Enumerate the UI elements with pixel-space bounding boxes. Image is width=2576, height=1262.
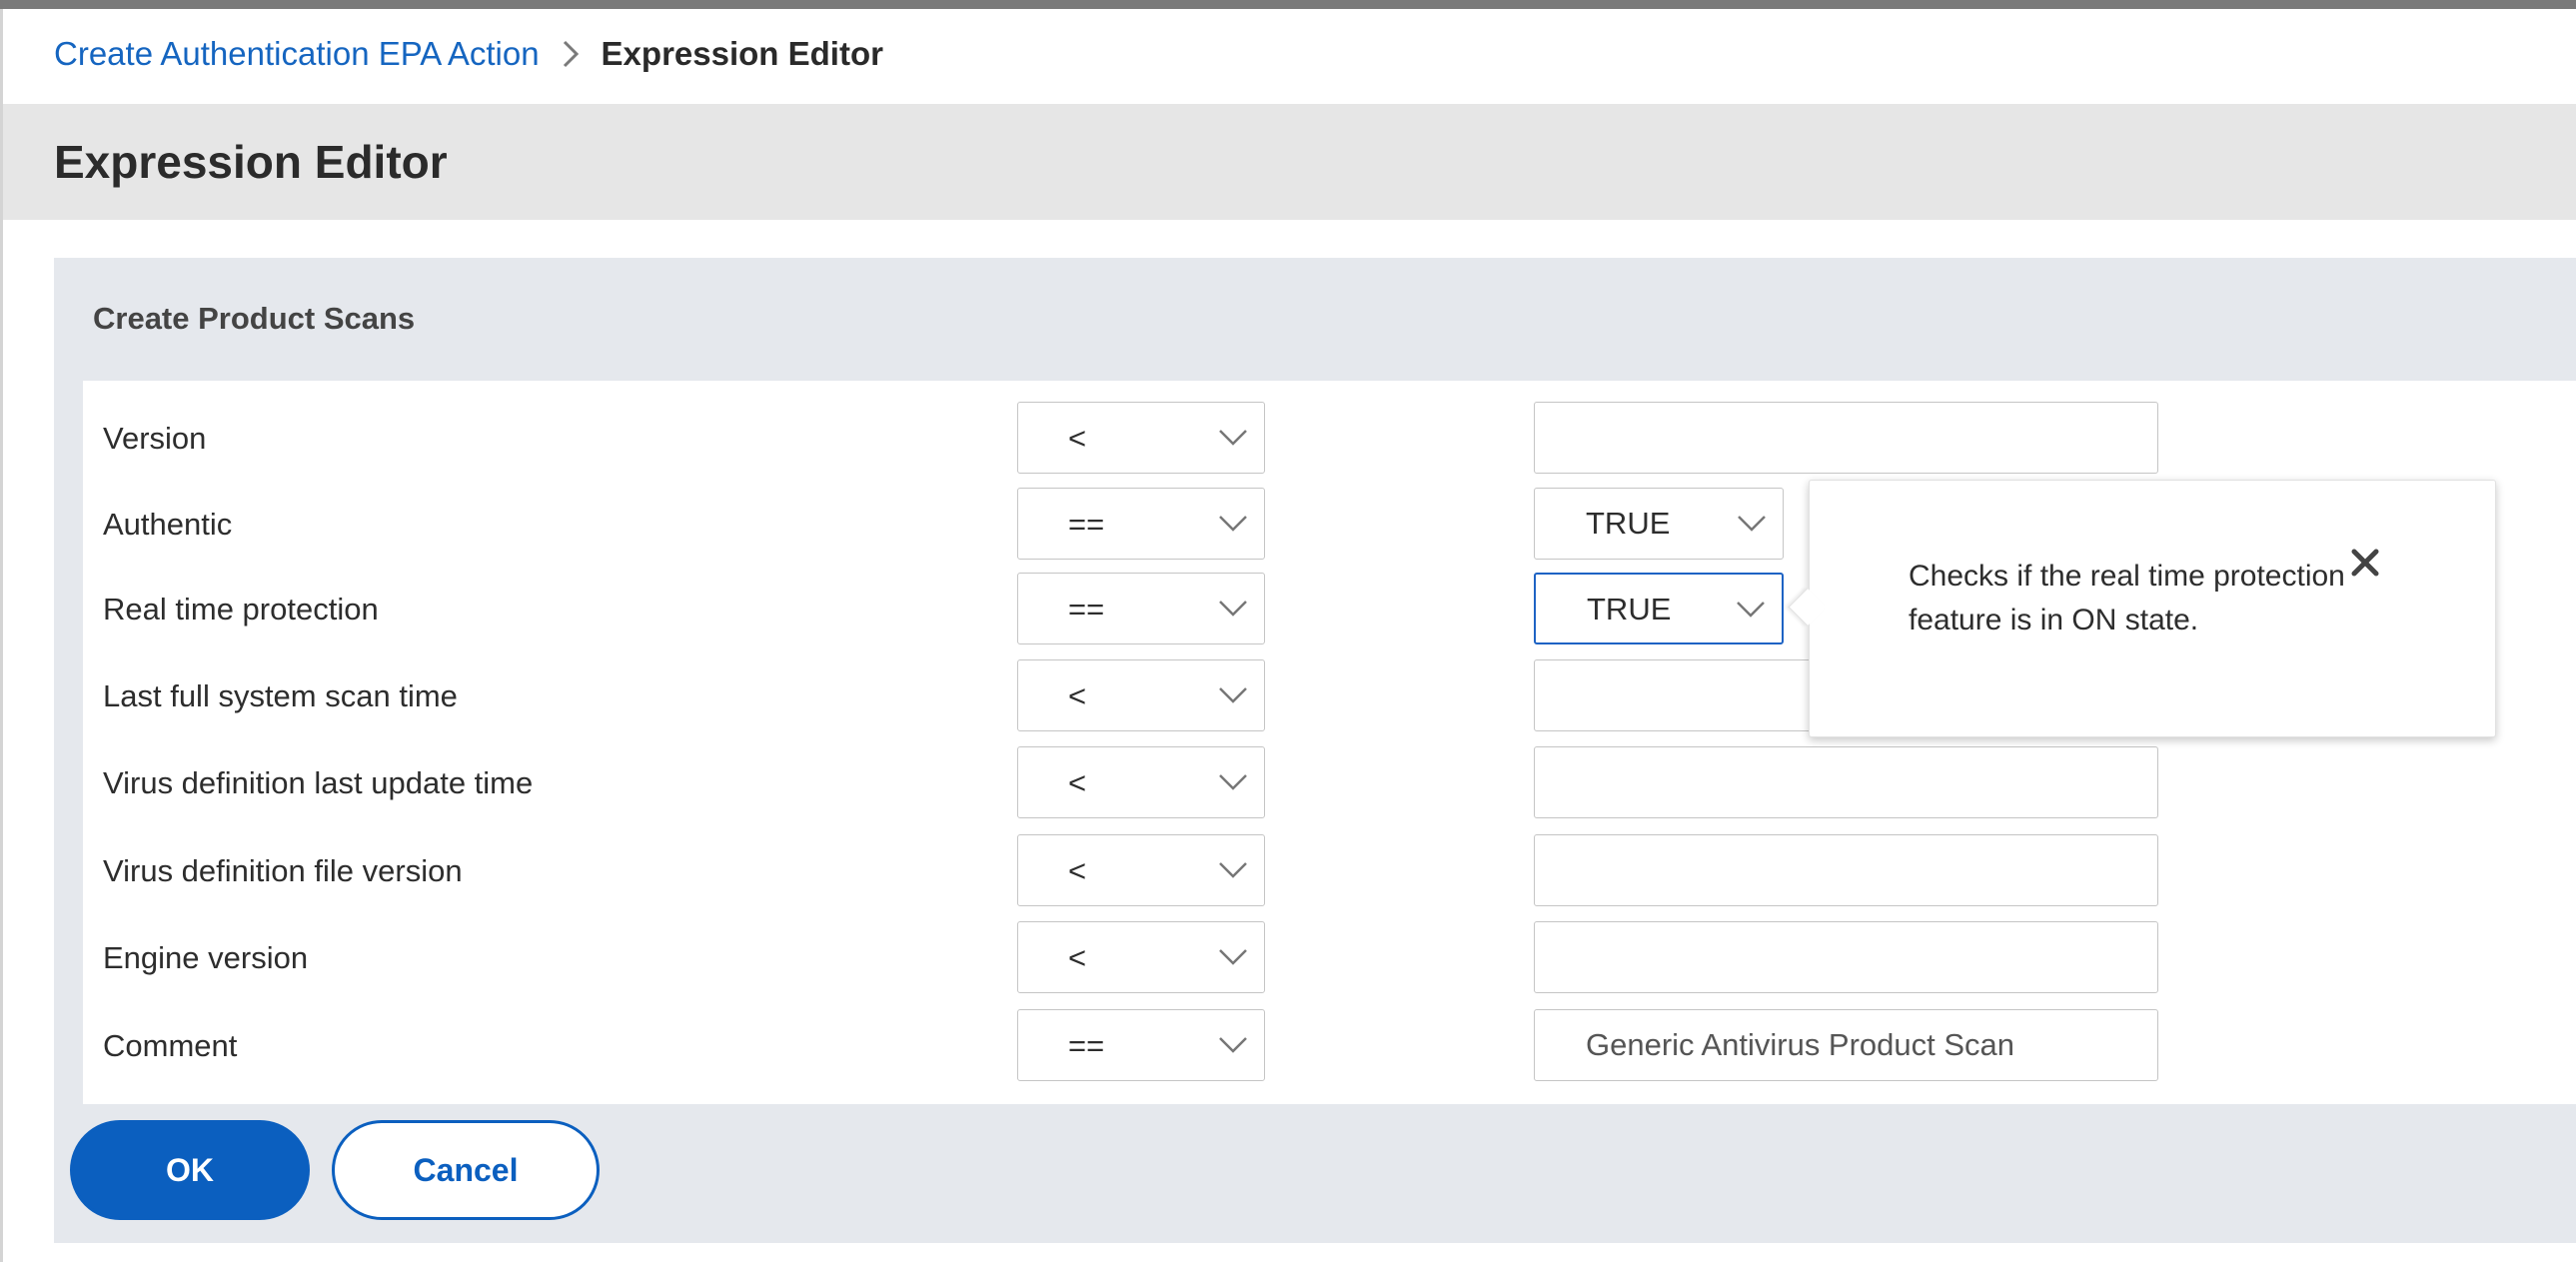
row-label: Virus definition last update time [103,765,534,800]
row-label: Real time protection [103,592,379,627]
page-title: Expression Editor [54,136,448,188]
top-border [0,0,2576,9]
product-scans-panel: Create Product Scans Version < Authentic… [54,258,2576,1243]
breadcrumb-link-create-epa-action[interactable]: Create Authentication EPA Action [54,35,540,73]
value-input[interactable] [1534,746,2158,818]
row-label: Last full system scan time [103,678,458,713]
value-input[interactable] [1534,921,2158,993]
row-version: Version < [83,402,2576,476]
chevron-down-icon [1219,949,1247,965]
value-input[interactable] [1534,402,2158,474]
operator-value: < [1068,678,1087,713]
value-select-value: TRUE [1586,506,1671,541]
operator-value: == [1068,592,1105,627]
operator-select[interactable]: < [1017,659,1265,731]
operator-value: < [1068,765,1087,800]
chevron-down-icon [1219,862,1247,878]
chevron-down-icon [1219,430,1247,446]
breadcrumb: Create Authentication EPA Action Express… [54,32,883,76]
value-input[interactable] [1534,834,2158,906]
operator-select[interactable]: < [1017,402,1265,474]
close-icon[interactable] [2347,545,2383,581]
operator-select[interactable]: < [1017,746,1265,818]
row-label: Engine version [103,940,309,975]
operator-value: == [1068,507,1105,542]
chevron-down-icon [1219,601,1247,617]
tooltip-text: Checks if the real time protection featu… [1909,560,2345,636]
operator-value: < [1068,940,1087,975]
chevron-down-icon [1738,516,1766,532]
chevron-down-icon [1219,687,1247,703]
row-label: Comment [103,1028,238,1063]
help-tooltip: Checks if the real time protection featu… [1788,480,2496,737]
operator-select[interactable]: == [1017,1009,1265,1081]
chevron-down-icon [1737,602,1765,618]
value-select-value: TRUE [1587,592,1672,627]
cancel-button[interactable]: Cancel [332,1120,600,1220]
breadcrumb-current: Expression Editor [601,35,883,72]
value-select[interactable]: TRUE [1534,488,1784,560]
chevron-right-icon [540,39,602,69]
operator-select[interactable]: == [1017,573,1265,644]
comment-input[interactable] [1534,1009,2158,1081]
operator-value: < [1068,421,1087,456]
panel-title: Create Product Scans [93,301,416,336]
row-label: Version [103,421,207,456]
row-label: Virus definition file version [103,853,463,888]
chevron-down-icon [1219,1037,1247,1053]
chevron-down-icon [1219,774,1247,790]
row-virus-def-file-version: Virus definition file version < [83,834,2576,908]
operator-select[interactable]: < [1017,834,1265,906]
operator-value: == [1068,1028,1105,1063]
operator-value: < [1068,853,1087,888]
operator-select[interactable]: < [1017,921,1265,993]
row-engine-version: Engine version < [83,921,2576,995]
row-comment: Comment == [83,1009,2576,1083]
page-header: Expression Editor [3,104,2576,220]
ok-button[interactable]: OK [70,1120,310,1220]
value-select[interactable]: TRUE [1534,573,1784,644]
row-virus-def-update-time: Virus definition last update time < [83,746,2576,820]
chevron-down-icon [1219,516,1247,532]
operator-select[interactable]: == [1017,488,1265,560]
row-label: Authentic [103,507,233,542]
